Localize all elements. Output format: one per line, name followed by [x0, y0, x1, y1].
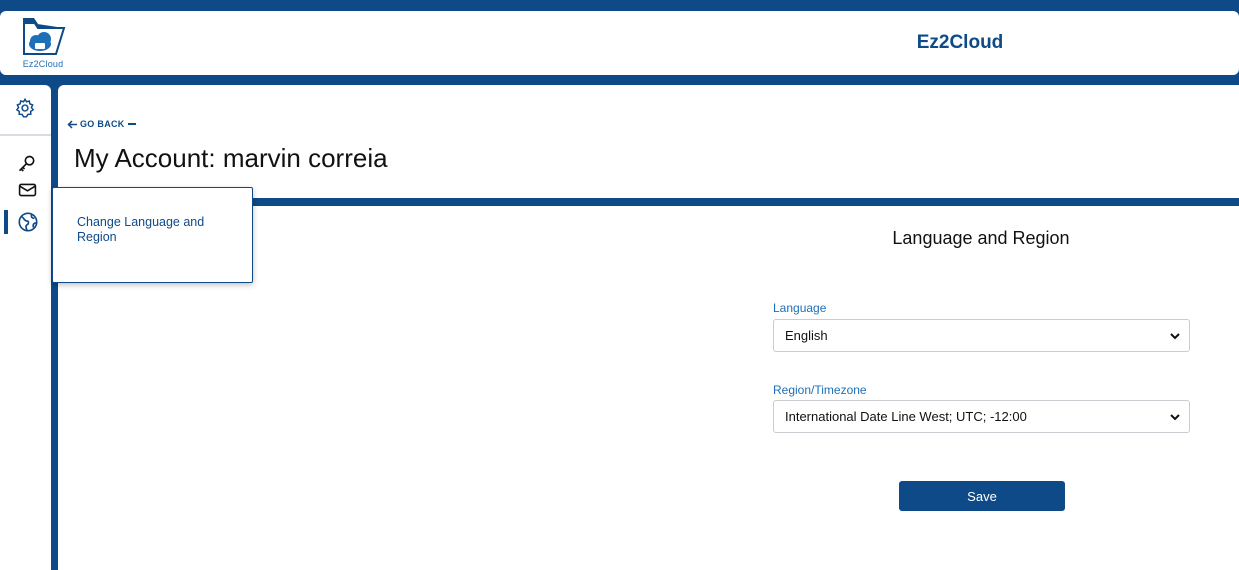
key-icon[interactable] — [17, 154, 39, 176]
gear-icon[interactable] — [14, 97, 36, 119]
language-label: Language — [773, 301, 827, 315]
arrow-left-icon — [67, 119, 77, 129]
region-value: International Date Line West; UTC; -12:0… — [785, 409, 1027, 424]
globe-icon[interactable] — [17, 211, 39, 233]
section-heading: Language and Region — [892, 228, 1070, 248]
app-title: Ez2Cloud — [916, 32, 1004, 53]
envelope-icon[interactable] — [18, 182, 40, 204]
language-value: English — [785, 328, 828, 343]
region-label: Region/Timezone — [773, 383, 867, 397]
sidebar-divider — [0, 134, 51, 136]
sidebar — [0, 85, 51, 570]
top-header: Ez2Cloud Ez2Cloud — [0, 11, 1239, 75]
page-title: My Account: marvin correia — [74, 143, 388, 173]
change-language-region-link[interactable]: Change Language and Region — [77, 215, 227, 245]
go-back-label: GO BACK — [80, 119, 125, 129]
sidebar-popover-menu: Change Language and Region — [52, 187, 253, 283]
chevron-down-icon — [1170, 414, 1180, 421]
title-card: GO BACK My Account: marvin correia — [58, 85, 1239, 198]
logo-text: Ez2Cloud — [22, 59, 64, 69]
go-back-dash — [127, 123, 136, 125]
go-back-link[interactable]: GO BACK — [67, 119, 136, 129]
region-timezone-select[interactable]: International Date Line West; UTC; -12:0… — [773, 400, 1190, 433]
chevron-down-icon — [1170, 333, 1180, 340]
active-indicator — [4, 210, 8, 234]
save-button[interactable]: Save — [899, 481, 1065, 511]
logo-icon — [23, 18, 66, 55]
app-logo[interactable]: Ez2Cloud — [18, 16, 68, 69]
language-select[interactable]: English — [773, 319, 1190, 352]
